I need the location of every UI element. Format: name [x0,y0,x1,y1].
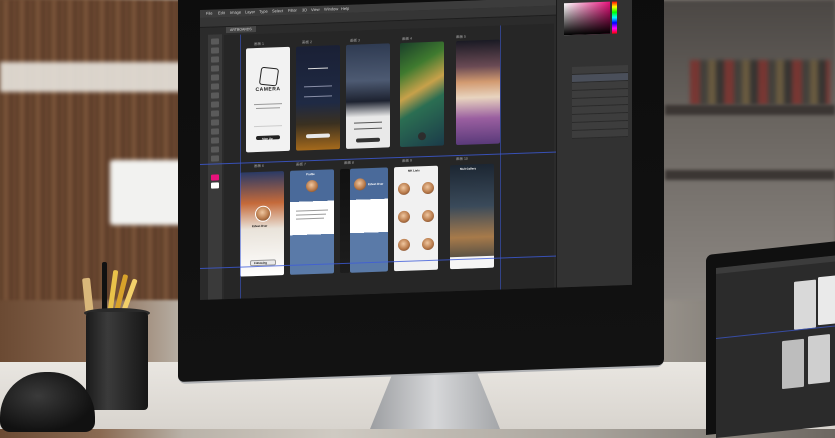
avatar [398,238,410,252]
avatar [422,209,434,223]
shelf-board [665,105,835,115]
pen-cup [86,312,148,410]
bookshelf [690,60,830,105]
artboard-label: 画板 2 [302,40,312,45]
artboard-forest[interactable]: Mult Gallery [450,163,494,270]
guide-line [500,25,501,290]
text-line [256,107,280,110]
artboard-label: 画板 4 [402,36,412,41]
foreground-color-icon[interactable] [211,174,219,181]
list-header: MK Lists [408,168,420,173]
tools-panel [208,34,222,300]
action-button[interactable] [356,137,380,143]
stamp-tool-icon[interactable] [211,92,219,99]
text-line [296,217,324,220]
camera-title: CAMERA [255,86,281,94]
hand-tool-icon[interactable] [211,146,219,153]
right-panels [556,0,632,288]
hue-slider[interactable] [612,1,617,34]
zoom-tool-icon[interactable] [211,155,219,162]
laptop-screen [716,254,835,438]
input-line [254,125,282,128]
laptop-artboard [782,338,804,390]
gradient-tool-icon[interactable] [211,110,219,117]
camera-logo-icon [258,66,280,87]
text-line [254,103,282,106]
color-picker[interactable] [564,1,610,36]
artboard-side-menu[interactable] [340,168,350,274]
crop-tool-icon[interactable] [211,65,219,72]
text-line [296,213,326,216]
artboard-profile-canyon[interactable]: Edvan Dsar Following [240,171,284,277]
artboard-profile-open[interactable]: Edvan Dsar [350,167,388,273]
input-line [304,85,332,88]
login-button[interactable] [306,133,330,139]
artboard-label: 画板 10 [456,156,468,162]
laptop-artboard [808,334,830,385]
document-tab[interactable]: ARTBOARDS [226,26,256,34]
input-line [304,95,332,98]
artboard-label: 画板 9 [402,158,412,163]
avatar [398,182,410,196]
laptop-artboard [818,274,835,326]
marquee-tool-icon[interactable] [211,47,219,54]
camera-shutter-icon[interactable] [418,132,426,141]
artboard-label: 画板 1 [254,41,264,47]
artboard-label: 画板 3 [350,38,360,43]
wall-shelf [0,62,205,92]
avatar [422,237,434,251]
shape-tool-icon[interactable] [211,137,219,144]
move-tool-icon[interactable] [211,38,219,45]
artboard-gallery[interactable] [456,39,500,146]
sign-up-label: Sign Up [262,135,273,141]
stats-row [354,127,382,130]
pen-tool-icon[interactable] [211,119,219,126]
type-tool-icon[interactable] [211,128,219,135]
avatar [422,181,434,195]
forest-header: Mult Gallery [460,166,477,171]
photoshop-screen: File Edit Image Layer Type Select Filter… [200,0,632,301]
profile-header: Profile [306,171,315,177]
menu-3d[interactable]: 3D [302,6,307,14]
artboard-profile-feed[interactable]: Profile [290,169,334,275]
artboard-label: 画板 8 [344,160,354,165]
profile-name: Edvan Dsar [368,181,384,187]
artboard-label: 画板 6 [254,163,264,169]
text-line [296,209,328,212]
eraser-tool-icon[interactable] [211,101,219,108]
artboard-label: 画板 7 [296,162,306,167]
background-color-icon[interactable] [211,182,219,189]
eyedropper-tool-icon[interactable] [211,74,219,81]
artboard-aerial-photo[interactable] [400,41,444,148]
artboard-camera[interactable]: CAMERA Sign Up [246,46,290,153]
lasso-tool-icon[interactable] [211,56,219,63]
menu-edit[interactable]: Edit [218,9,225,17]
menu-file[interactable]: File [206,10,212,18]
avatar [354,178,366,191]
avatar [398,210,410,224]
following-label: Following [254,260,268,265]
guide-line [240,34,241,299]
avatar [255,205,271,223]
shelf-board [665,170,835,180]
laptop-artboard [794,279,816,330]
text-line [308,67,328,70]
artboard-mountain-stats[interactable] [346,43,390,149]
artboard-label: 画板 5 [456,34,466,40]
artboard-contacts-list[interactable]: MK Lists [394,165,438,272]
avatar [306,179,318,193]
artboard-login-dark[interactable] [296,45,340,151]
brush-tool-icon[interactable] [211,83,219,90]
stats-row [354,121,382,124]
profile-name: Edvan Dsar [252,223,268,229]
